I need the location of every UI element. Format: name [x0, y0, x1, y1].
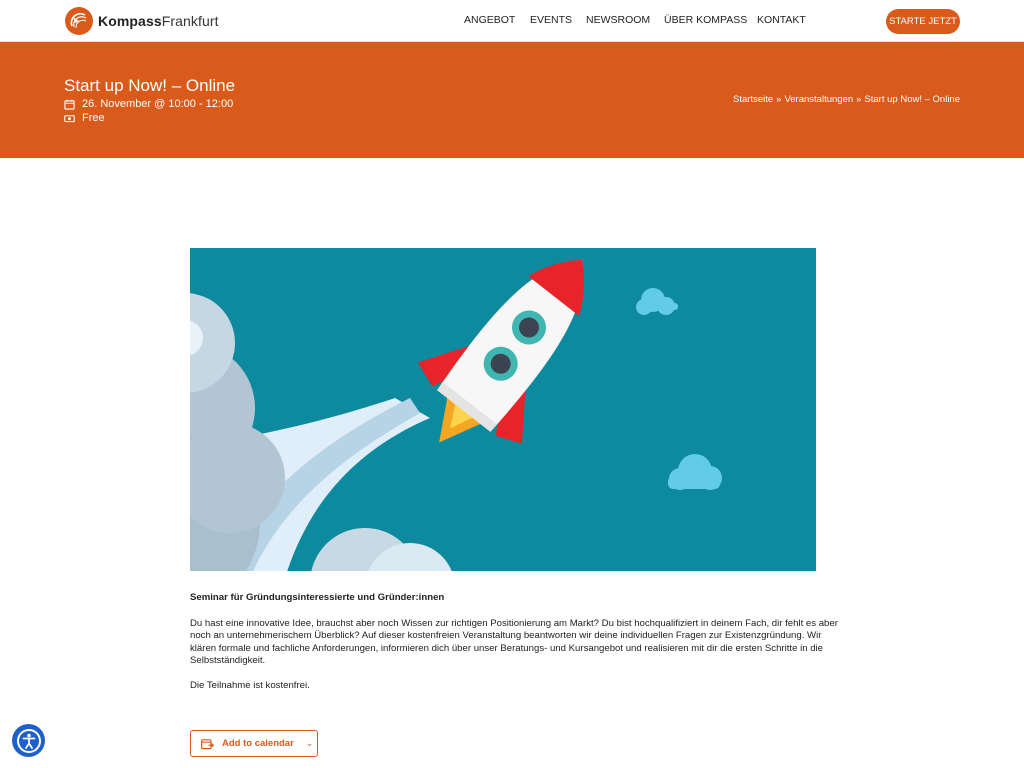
event-date-text: 26. November @ 10:00 - 12:00: [82, 98, 234, 110]
nav-item-kontakt[interactable]: KONTAKT: [757, 14, 807, 26]
accessibility-icon: [16, 728, 41, 753]
event-banner: Start up Now! – Online 26. November @ 10…: [0, 42, 1024, 158]
nav-item-events[interactable]: EVENTS: [530, 14, 586, 26]
rocket-illustration: [190, 248, 816, 571]
event-image: [190, 248, 816, 571]
site-header: KompassFrankfurt ANGEBOT EVENTS NEWSROOM…: [0, 0, 1024, 42]
nav-item-ueber-kompass[interactable]: ÜBER KOMPASS: [664, 14, 757, 26]
site-logo[interactable]: KompassFrankfurt: [65, 7, 219, 35]
breadcrumb-separator: »: [856, 94, 862, 105]
logo-text: KompassFrankfurt: [98, 13, 219, 29]
add-to-calendar-label: Add to calendar: [222, 738, 294, 749]
event-cost: Free: [64, 112, 105, 124]
breadcrumb-startseite[interactable]: Startseite: [733, 94, 773, 105]
breadcrumb: Startseite» Veranstaltungen» Start up Now!…: [733, 94, 960, 105]
breadcrumb-veranstaltungen[interactable]: Veranstaltungen: [784, 94, 853, 105]
starte-jetzt-button[interactable]: STARTE JETZT: [886, 9, 960, 34]
free-note: Die Teilnahme ist kostenfrei.: [190, 680, 310, 691]
nav-item-angebot[interactable]: ANGEBOT: [464, 14, 530, 26]
add-to-calendar-button[interactable]: Add to calendar ⌄: [190, 730, 318, 757]
money-icon: [64, 114, 75, 122]
content-body: Du hast eine innovative Idee, brauchst a…: [190, 618, 838, 667]
calendar-icon: [64, 99, 75, 110]
page-title: Start up Now! – Online: [64, 76, 236, 95]
nav-item-newsroom[interactable]: NEWSROOM: [586, 14, 664, 26]
breadcrumb-current: Start up Now! – Online: [864, 94, 960, 105]
content-heading: Seminar für Gründungsinteressierte und G…: [190, 592, 445, 603]
breadcrumb-separator: »: [776, 94, 782, 105]
event-cost-text: Free: [82, 112, 105, 124]
accessibility-button[interactable]: [12, 724, 45, 757]
compass-logo-icon: [65, 7, 93, 35]
calendar-export-icon: [201, 738, 214, 749]
main-nav: ANGEBOT EVENTS NEWSROOM ÜBER KOMPASS KON…: [464, 14, 807, 26]
event-date: 26. November @ 10:00 - 12:00: [64, 98, 233, 110]
chevron-down-icon: ⌄: [305, 738, 314, 748]
